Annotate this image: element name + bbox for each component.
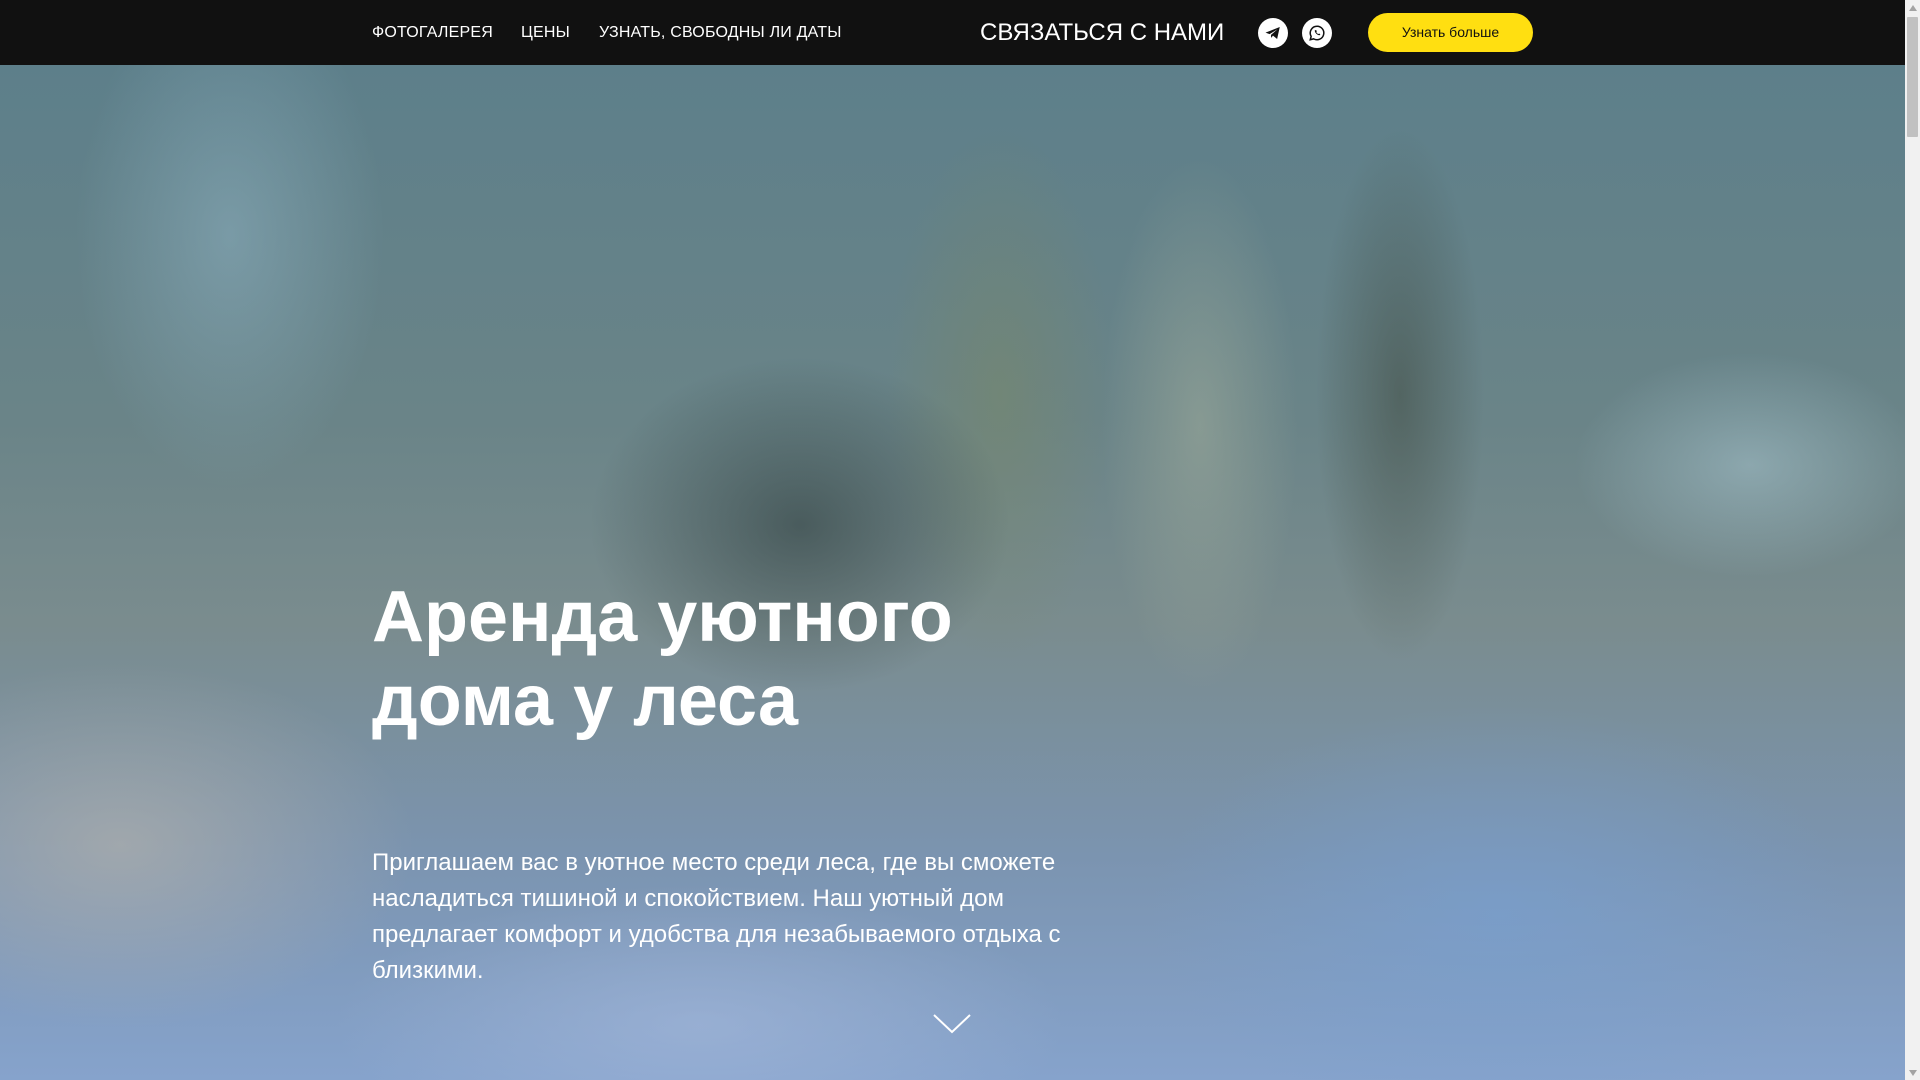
telegram-icon [1265, 27, 1280, 39]
telegram-button[interactable] [1258, 18, 1288, 48]
page: ФОТОГАЛЕРЕЯ ЦЕНЫ УЗНАТЬ, СВОБОДНЫ ЛИ ДАТ… [0, 0, 1920, 1080]
site-header: ФОТОГАЛЕРЕЯ ЦЕНЫ УЗНАТЬ, СВОБОДНЫ ЛИ ДАТ… [0, 0, 1905, 65]
whatsapp-icon [1309, 25, 1325, 41]
triangle-up-icon [1908, 4, 1917, 11]
learn-more-button[interactable]: Узнать больше [1368, 13, 1533, 52]
whatsapp-button[interactable] [1302, 18, 1332, 48]
vertical-scrollbar[interactable] [1905, 0, 1920, 1080]
hero-description: Приглашаем вас в уютное место среди леса… [372, 849, 1061, 984]
nav-link-gallery[interactable]: ФОТОГАЛЕРЕЯ [372, 24, 493, 42]
chevron-down-icon[interactable] [932, 1012, 972, 1036]
hero-title: Аренда уютного дома у леса [372, 577, 953, 741]
nav-link-prices[interactable]: ЦЕНЫ [521, 24, 570, 42]
scroll-down-arrow[interactable] [1905, 1065, 1920, 1080]
scrollbar-thumb[interactable] [1907, 17, 1918, 137]
scroll-up-arrow[interactable] [1905, 0, 1920, 15]
nav-link-dates[interactable]: УЗНАТЬ, СВОБОДНЫ ЛИ ДАТЫ [599, 24, 842, 42]
contact-us-link[interactable]: СВЯЗАТЬСЯ С НАМИ [980, 19, 1224, 47]
triangle-down-icon [1908, 1069, 1917, 1076]
